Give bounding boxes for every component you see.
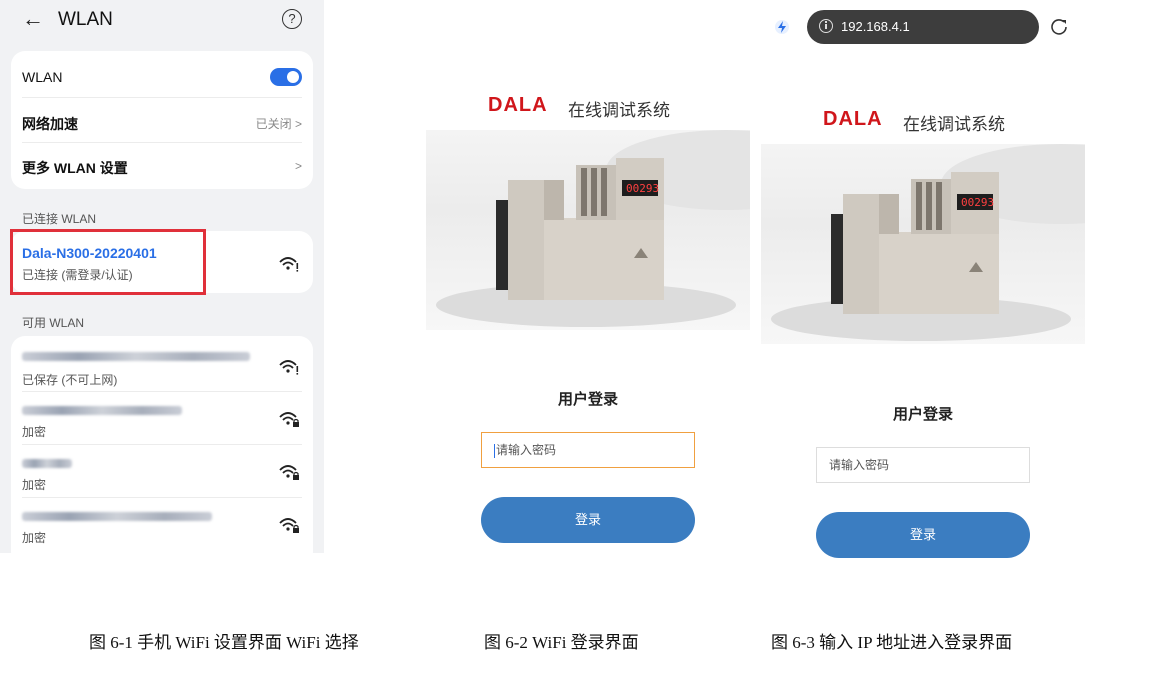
- login-button[interactable]: 登录: [816, 512, 1030, 558]
- password-input[interactable]: 请输入密码: [816, 447, 1030, 483]
- device-illustration: 00293: [771, 144, 1085, 341]
- login-screen-2: 192.168.4.1 DALA 在线调试系统 00293 用户登录 请输入密码…: [761, 8, 1085, 568]
- network-acceleration-label: 网络加速: [22, 116, 78, 132]
- password-input[interactable]: 请输入密码: [481, 432, 695, 468]
- wifi-lock-icon: [279, 465, 299, 480]
- network-status: 加密: [22, 425, 47, 439]
- blurred-network-name: [22, 352, 250, 361]
- network-status: 加密: [22, 478, 47, 492]
- password-placeholder: 请输入密码: [496, 443, 557, 457]
- back-arrow-icon[interactable]: ←: [22, 6, 44, 32]
- network-status: 加密: [22, 531, 47, 545]
- wifi-lock-icon: [279, 412, 299, 427]
- available-networks-card: 已保存 (不可上网) 加密 加密 加密: [11, 336, 313, 566]
- more-wlan-settings-label: 更多 WLAN 设置: [22, 160, 128, 176]
- figure-caption-3: 图 6-3 输入 IP 地址进入登录界面: [771, 633, 1013, 652]
- login-title: 用户登录: [892, 406, 953, 423]
- wifi-warning-icon: [279, 360, 299, 375]
- logo-subtitle: 在线调试系统: [903, 115, 1005, 134]
- password-placeholder: 请输入密码: [829, 458, 890, 472]
- available-wlan-section-title: 可用 WLAN: [22, 316, 85, 330]
- page-title: WLAN: [58, 9, 113, 30]
- list-item[interactable]: 加密: [11, 445, 313, 497]
- connected-wlan-section-title: 已连接 WLAN: [22, 212, 97, 226]
- address-bar[interactable]: 192.168.4.1: [807, 10, 1039, 44]
- login-title: 用户登录: [557, 391, 618, 408]
- text-caret: [494, 443, 495, 458]
- dala-logo: DALA: [488, 94, 548, 116]
- figure-caption-1: 图 6-1 手机 WiFi 设置界面 WiFi 选择: [89, 633, 359, 652]
- highlight-box: [10, 229, 206, 295]
- dala-logo: DALA: [823, 108, 883, 130]
- help-icon[interactable]: ?: [282, 9, 302, 29]
- more-wlan-settings-row[interactable]: 更多 WLAN 设置: [22, 158, 302, 178]
- blurred-network-name: [22, 459, 72, 468]
- divider: [22, 97, 302, 98]
- chevron-right-icon: >: [294, 159, 302, 173]
- settings-card: WLAN 网络加速 已关闭 > 更多 WLAN 设置 >: [11, 51, 313, 189]
- list-item[interactable]: 加密: [11, 498, 313, 550]
- figure-caption-2: 图 6-2 WiFi 登录界面: [484, 633, 639, 652]
- list-item[interactable]: 加密: [11, 392, 313, 444]
- device-hero-image: 00293: [426, 130, 750, 330]
- login-button[interactable]: 登录: [481, 497, 695, 543]
- url-text: 192.168.4.1: [841, 19, 910, 34]
- login-screen-1: DALA 在线调试系统 00293 用户登录 请输入密码 登录: [426, 80, 750, 560]
- wlan-toggle-row[interactable]: WLAN: [22, 69, 302, 85]
- blurred-network-name: [22, 406, 182, 415]
- reload-icon[interactable]: [1049, 17, 1069, 37]
- wifi-warning-icon: [279, 257, 299, 272]
- device-illustration: 00293: [436, 130, 750, 327]
- network-acceleration-value: 已关闭 >: [255, 117, 302, 131]
- device-display-readout: 00293: [961, 196, 994, 209]
- logo-subtitle: 在线调试系统: [568, 101, 670, 120]
- blurred-network-name: [22, 512, 212, 521]
- divider: [22, 142, 302, 143]
- wlan-toggle-label: WLAN: [22, 69, 63, 85]
- device-hero-image: 00293: [761, 144, 1085, 344]
- wifi-lock-icon: [279, 518, 299, 533]
- wlan-settings-screen: ← WLAN ? WLAN 网络加速 已关闭 > 更多 WLAN 设置 > 已连…: [0, 0, 324, 566]
- wlan-header: ← WLAN ?: [0, 0, 324, 40]
- list-item[interactable]: 已保存 (不可上网): [11, 336, 313, 390]
- network-status: 已保存 (不可上网): [22, 373, 118, 387]
- lightning-icon[interactable]: [775, 20, 789, 34]
- device-display-readout: 00293: [626, 182, 659, 195]
- wlan-toggle-switch[interactable]: [270, 68, 302, 86]
